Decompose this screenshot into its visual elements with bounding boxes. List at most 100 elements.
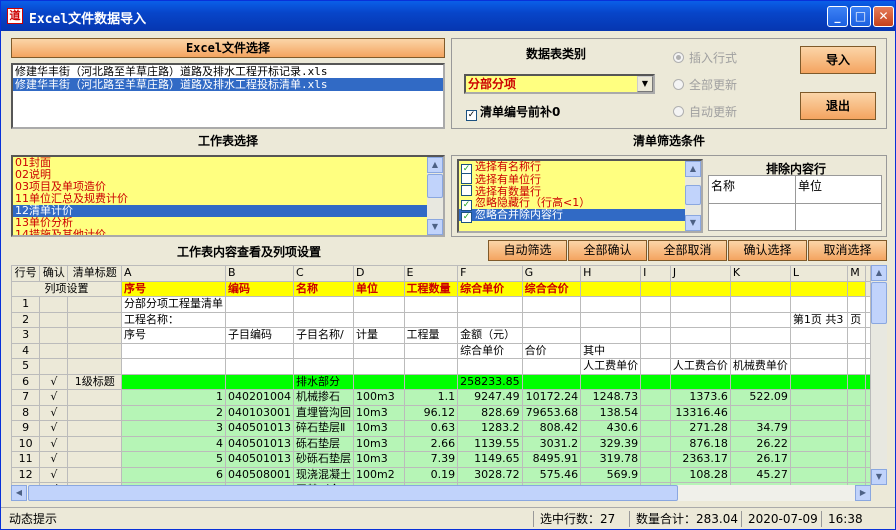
table-cell[interactable] <box>669 296 731 313</box>
table-cell[interactable] <box>729 296 791 313</box>
column-mapping-cell[interactable] <box>580 280 642 297</box>
table-row[interactable]: 5 人工费单价 人工费合价 机械费单价 <box>11 358 871 375</box>
column-header[interactable]: A <box>121 265 227 282</box>
table-cell[interactable] <box>789 466 849 483</box>
table-cell[interactable] <box>293 342 355 359</box>
table-row[interactable]: 3 序号 子目编码 子目名称/计量 工程量 金额（元） <box>11 327 871 344</box>
table-cell[interactable] <box>580 296 642 313</box>
table-cell[interactable] <box>121 358 227 375</box>
table-cell[interactable]: 排水部分 <box>293 373 355 390</box>
table-cell[interactable] <box>729 342 791 359</box>
table-cell[interactable] <box>521 296 582 313</box>
table-cell[interactable] <box>353 358 405 375</box>
table-cell[interactable]: 1 <box>121 389 227 406</box>
table-cell[interactable] <box>847 358 866 375</box>
table-cell[interactable]: 第1页 共3 <box>789 311 849 328</box>
table-cell[interactable] <box>225 358 295 375</box>
table-cell[interactable]: 现浇混凝土 <box>293 466 355 483</box>
table-cell[interactable] <box>729 404 791 421</box>
row-confirm-cell[interactable] <box>39 358 69 375</box>
table-cell[interactable]: 机械掺石 <box>293 389 355 406</box>
table-cell[interactable] <box>457 296 523 313</box>
confirm-all-button[interactable]: 全部确认 <box>568 240 647 261</box>
column-mapping-cell[interactable]: 综合单价 <box>457 280 523 297</box>
row-confirm-cell[interactable]: √ <box>39 466 69 483</box>
table-cell[interactable] <box>669 327 731 344</box>
table-cell[interactable]: 7.39 <box>403 451 459 468</box>
table-cell[interactable] <box>640 342 671 359</box>
filter-item-selected[interactable]: ✓ 忽略合并除内容行 <box>459 209 701 223</box>
table-cell[interactable]: 砾石垫层 <box>293 435 355 452</box>
table-cell[interactable] <box>121 373 227 390</box>
row-title-level[interactable] <box>67 296 123 313</box>
column-header[interactable]: H <box>580 265 642 282</box>
table-cell[interactable]: 808.42 <box>521 420 582 437</box>
table-cell[interactable]: 9247.49 <box>457 389 523 406</box>
filter-list[interactable]: ✓ 选择有名称行 选择有单位行 选择有数量行 ✓ 忽略隐藏行（行高<1） ✓ 忽略合并… <box>457 159 703 233</box>
table-cell[interactable] <box>225 311 295 328</box>
column-mapping-cell[interactable]: 单位 <box>353 280 405 297</box>
table-cell[interactable] <box>121 342 227 359</box>
table-row[interactable]: 2 工程名称： 第1页 共3 页 <box>11 311 871 328</box>
minimize-button[interactable]: _ <box>827 6 848 27</box>
table-row[interactable]: 11 √ 5 040501013 砂砾石垫层 10m3 7.39 1149.65 8495.91… <box>11 451 871 468</box>
table-cell[interactable]: 271.28 <box>669 420 731 437</box>
row-title-level[interactable] <box>67 358 123 375</box>
table-cell[interactable]: 2.66 <box>403 435 459 452</box>
table-cell[interactable]: 1248.73 <box>580 389 642 406</box>
table-cell[interactable] <box>640 327 671 344</box>
sheet-item[interactable]: 01封面 <box>13 157 443 169</box>
table-cell[interactable]: 计量 <box>353 327 405 344</box>
table-cell[interactable]: 8495.91 <box>521 451 582 468</box>
table-cell[interactable]: 工程名称： <box>121 311 227 328</box>
table-cell[interactable]: 26.17 <box>729 451 791 468</box>
scroll-up-icon[interactable]: ▲ <box>685 161 701 177</box>
table-cell[interactable]: 1373.6 <box>669 389 731 406</box>
import-button[interactable]: 导入 <box>800 46 876 74</box>
table-cell[interactable] <box>457 311 523 328</box>
table-cell[interactable] <box>640 466 671 483</box>
table-cell[interactable] <box>640 358 671 375</box>
table-cell[interactable] <box>403 373 459 390</box>
table-cell[interactable] <box>403 358 459 375</box>
table-cell[interactable] <box>847 342 866 359</box>
pad-zero-checkbox[interactable]: ✓ 清单编号前补0 <box>466 103 560 121</box>
table-row[interactable]: 8 √ 2 040103001 直埋管沟回 10m3 96.12 828.69 79653.68… <box>11 404 871 421</box>
column-header[interactable]: E <box>403 265 459 282</box>
table-type-select[interactable]: 分部分项 ▼ <box>464 74 655 94</box>
table-cell[interactable]: 10m3 <box>353 451 405 468</box>
table-cell[interactable]: 子目编码 <box>225 327 295 344</box>
table-cell[interactable] <box>789 404 849 421</box>
scroll-right-icon[interactable]: ▶ <box>855 485 871 501</box>
table-cell[interactable] <box>521 311 582 328</box>
radio-insert-row[interactable]: 插入行式 <box>673 49 737 66</box>
table-cell[interactable] <box>847 466 866 483</box>
table-cell[interactable]: 040103001 <box>225 404 295 421</box>
column-mapping-cell[interactable] <box>669 280 731 297</box>
table-cell[interactable]: 人工费单价 <box>580 358 642 375</box>
table-cell[interactable] <box>640 451 671 468</box>
file-item-2[interactable]: 修建华丰街（河北路至羊草庄路）道路及排水工程投标清单.xls <box>13 78 443 91</box>
table-cell[interactable] <box>640 435 671 452</box>
table-cell[interactable]: 040508001 <box>225 466 295 483</box>
column-header[interactable]: J <box>669 265 731 282</box>
table-cell[interactable]: 机械费单价 <box>729 358 791 375</box>
row-title-level[interactable]: 1级标题 <box>67 373 123 390</box>
select-file-button[interactable]: Excel文件选择 <box>11 38 445 58</box>
table-cell[interactable]: 4 <box>121 435 227 452</box>
table-cell[interactable]: 3 <box>121 420 227 437</box>
table-row[interactable]: 10 √ 4 040501013 砾石垫层 10m3 2.66 1139.55 3031.2 32… <box>11 435 871 452</box>
table-cell[interactable] <box>293 358 355 375</box>
table-cell[interactable]: 金额（元） <box>457 327 523 344</box>
table-cell[interactable]: 3028.72 <box>457 466 523 483</box>
table-cell[interactable] <box>789 420 849 437</box>
table-cell[interactable]: 040201004 <box>225 389 295 406</box>
grid-vertical-scrollbar[interactable]: ▲ ▼ <box>871 265 887 485</box>
chevron-down-icon[interactable]: ▼ <box>637 76 653 92</box>
row-title-level[interactable] <box>67 311 123 328</box>
table-cell[interactable]: 10m3 <box>353 404 405 421</box>
row-confirm-cell[interactable] <box>39 342 69 359</box>
scroll-thumb[interactable] <box>871 282 887 324</box>
table-cell[interactable] <box>640 311 671 328</box>
table-cell[interactable]: 828.69 <box>457 404 523 421</box>
